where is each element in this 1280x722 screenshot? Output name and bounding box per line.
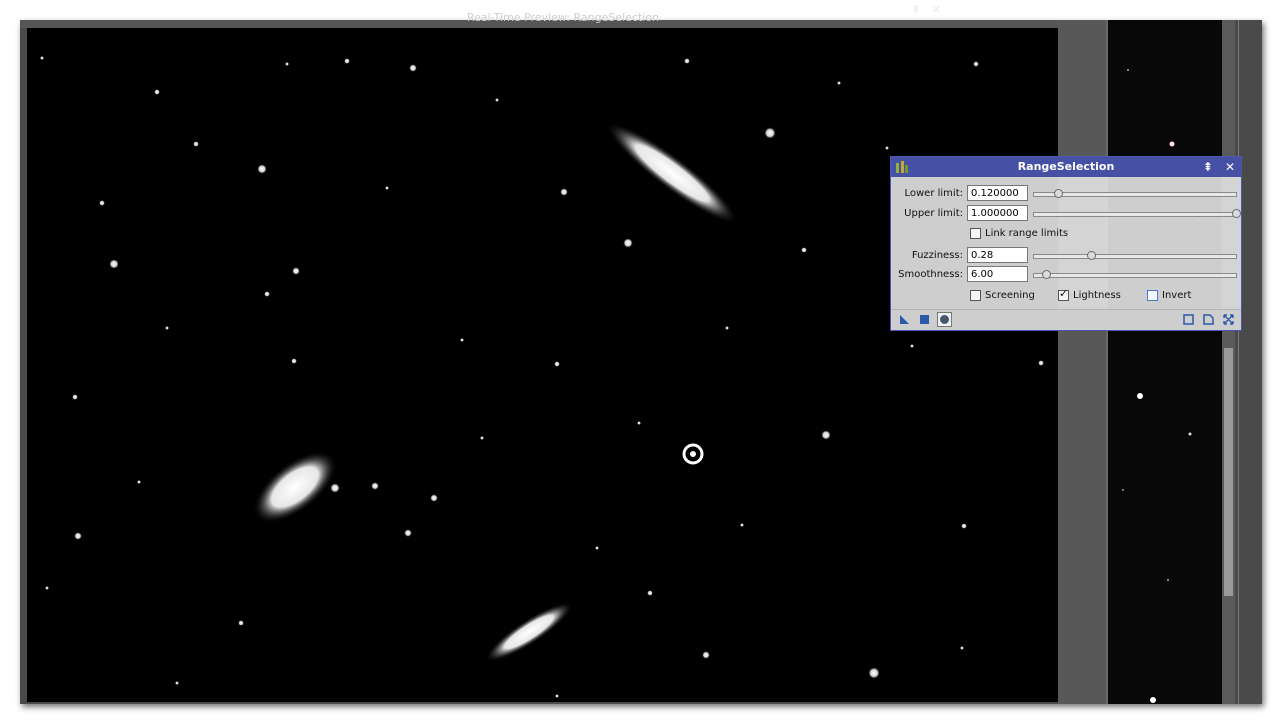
- lower-limit-label: Lower limit:: [904, 188, 963, 199]
- link-range-limits-checkbox[interactable]: [970, 228, 981, 239]
- square-icon[interactable]: [919, 314, 930, 325]
- screening-checkbox[interactable]: [970, 290, 981, 301]
- upper-limit-slider[interactable]: [1033, 209, 1241, 218]
- invert-label: Invert: [1162, 290, 1192, 301]
- rangeselection-dialog: RangeSelection ⇞ ✕ Lower limit: Upper li…: [890, 156, 1242, 331]
- expand-arrows-icon[interactable]: [1223, 314, 1234, 325]
- fuzziness-label: Fuzziness:: [911, 250, 963, 261]
- star: [690, 451, 696, 457]
- pin-icon[interactable]: ⇞: [911, 3, 920, 16]
- smoothness-input[interactable]: [967, 266, 1028, 282]
- lightness-checkbox[interactable]: ✓: [1058, 287, 1069, 301]
- invert-checkbox[interactable]: [1147, 290, 1158, 301]
- dialog-title: RangeSelection: [1017, 160, 1115, 173]
- link-range-limits-label: Link range limits: [985, 228, 1069, 239]
- upper-limit-input[interactable]: [967, 205, 1028, 221]
- workspace-image: [1108, 20, 1222, 704]
- slider-knob[interactable]: [1042, 270, 1052, 279]
- astro-preview-image[interactable]: [27, 28, 1058, 702]
- smoothness-row: Smoothness:: [891, 266, 1241, 284]
- smoothness-label: Smoothness:: [898, 269, 963, 280]
- collapse-icon[interactable]: ⇞: [1203, 160, 1213, 174]
- smoothness-slider[interactable]: [1033, 270, 1237, 279]
- slider-knob[interactable]: [1054, 189, 1064, 198]
- preview-titlebar[interactable]: Real-Time Preview: RangeSelection ⇞ ✕: [20, 4, 1106, 28]
- circle-icon[interactable]: [937, 312, 952, 327]
- lower-limit-slider[interactable]: [1033, 189, 1237, 198]
- fuzziness-input[interactable]: [967, 247, 1028, 263]
- square-outline-icon[interactable]: [1183, 314, 1194, 325]
- fuzziness-slider[interactable]: [1033, 251, 1237, 260]
- upper-limit-row: Upper limit:: [891, 205, 1241, 223]
- lower-limit-row: Lower limit:: [891, 185, 1241, 203]
- slider-knob[interactable]: [1086, 251, 1096, 260]
- workspace-edge: [1235, 20, 1262, 704]
- dialog-titlebar[interactable]: RangeSelection ⇞ ✕: [891, 157, 1241, 177]
- close-icon[interactable]: ✕: [932, 3, 941, 16]
- fuzziness-row: Fuzziness:: [891, 247, 1241, 265]
- slider-knob[interactable]: [1232, 209, 1241, 218]
- document-icon[interactable]: [1203, 314, 1214, 325]
- preview-gutter: [1058, 20, 1106, 704]
- preview-title: Real-Time Preview: RangeSelection: [466, 11, 660, 24]
- upper-limit-label: Upper limit:: [904, 208, 963, 219]
- preview-window: Real-Time Preview: RangeSelection ⇞ ✕: [20, 4, 1262, 704]
- lightness-label: Lightness: [1073, 290, 1121, 301]
- lower-limit-input[interactable]: [967, 185, 1028, 201]
- pixinsight-logo-icon: [896, 161, 908, 173]
- scrollbar-thumb[interactable]: [1224, 348, 1233, 596]
- screening-label: Screening: [985, 290, 1035, 301]
- triangle-icon[interactable]: [899, 314, 910, 325]
- close-icon[interactable]: ✕: [1225, 160, 1235, 174]
- dialog-control-bar: [891, 309, 1241, 330]
